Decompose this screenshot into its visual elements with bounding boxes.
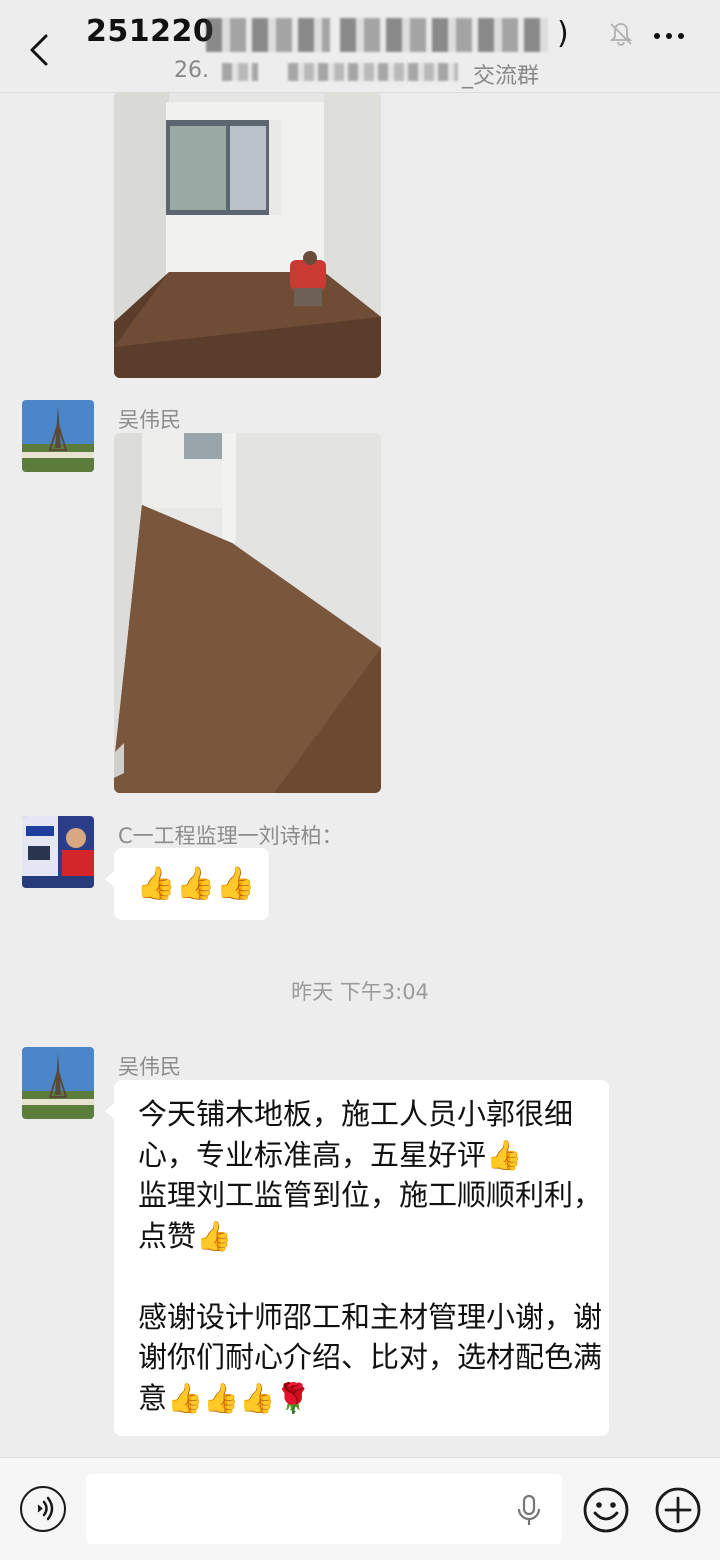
title-redacted xyxy=(206,18,330,52)
chat-image-wood-floor[interactable] xyxy=(114,433,381,793)
voice-icon[interactable] xyxy=(20,1486,66,1532)
bell-mute-icon xyxy=(609,23,633,46)
message-text: 今天铺木地板，施工人员小郭很细心，专业标准高，五星好评👍 监理刘工监管到位，施工… xyxy=(138,1097,603,1415)
sender-name: 吴伟民 xyxy=(118,408,181,432)
emoji-icon[interactable] xyxy=(582,1486,630,1534)
title-redacted xyxy=(340,18,548,52)
message-bubble[interactable]: 今天铺木地板，施工人员小郭很细心，专业标准高，五星好评👍 监理刘工监管到位，施工… xyxy=(105,1080,609,1436)
more-dots-icon[interactable] xyxy=(652,30,686,42)
chat-image-room-window[interactable] xyxy=(114,92,381,378)
avatar-liushibai[interactable] xyxy=(22,816,94,888)
microphone-icon[interactable] xyxy=(514,1494,544,1526)
avatar-wuweimin[interactable] xyxy=(22,400,94,472)
avatar-wuweimin[interactable] xyxy=(22,1047,94,1119)
plus-icon[interactable] xyxy=(654,1486,702,1534)
chat-title[interactable]: 251220 xyxy=(86,14,214,49)
chat-subtitle-end: _交流群 xyxy=(462,64,540,89)
time-divider: 昨天 下午3:04 xyxy=(291,980,429,1004)
input-bar xyxy=(0,1457,720,1560)
chat-subtitle: 26. xyxy=(174,58,209,83)
back-arrow-icon[interactable] xyxy=(26,30,56,70)
message-input[interactable] xyxy=(86,1474,562,1544)
chat-header: 251220 ) 26. _交流群 xyxy=(0,0,720,93)
message-bubble[interactable]: 👍👍👍 xyxy=(105,848,269,920)
sender-name: 吴伟民 xyxy=(118,1055,181,1079)
title-end: ) xyxy=(557,16,569,51)
subtitle-redacted xyxy=(288,63,458,81)
message-text: 👍👍👍 xyxy=(136,864,256,902)
sender-name: C一工程监理一刘诗柏： xyxy=(118,824,343,848)
subtitle-redacted xyxy=(222,63,258,81)
